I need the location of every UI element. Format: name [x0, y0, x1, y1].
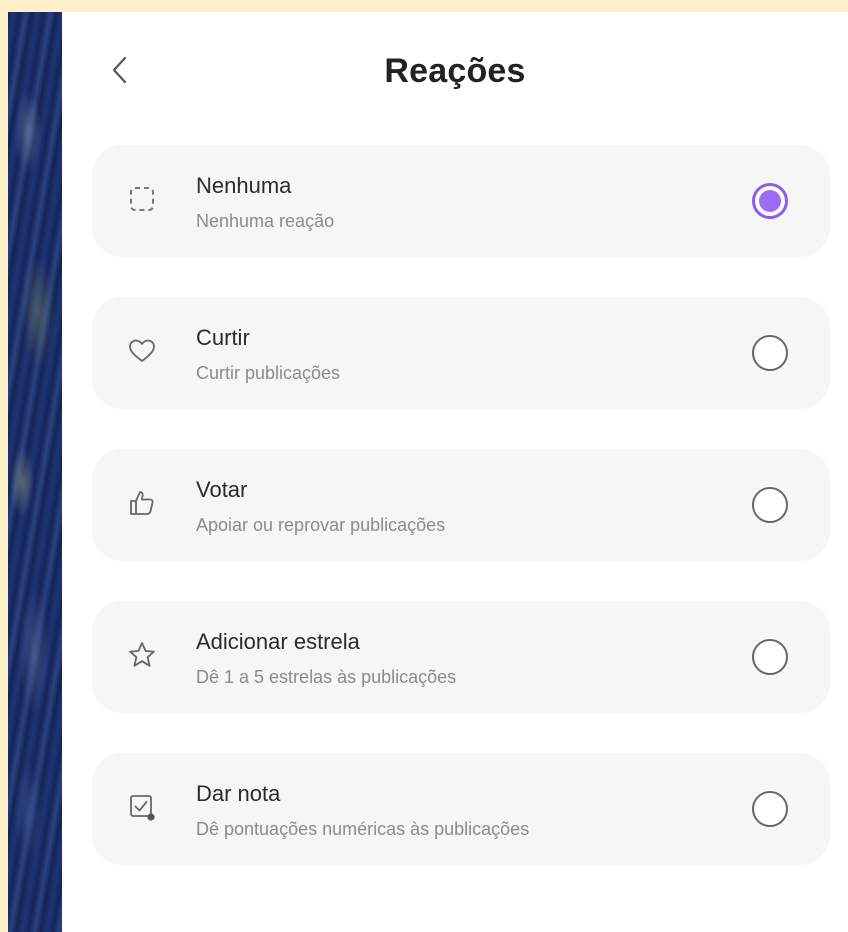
heart-icon: [129, 339, 155, 362]
radio-button[interactable]: [752, 791, 788, 827]
option-label: Dar nota: [196, 781, 281, 806]
star-icon: [129, 642, 155, 667]
option-description: Curtir publicações: [196, 363, 341, 383]
option-label: Adicionar estrela: [196, 629, 360, 654]
option-label: Curtir: [196, 325, 250, 350]
option-description: Dê pontuações numéricas às publicações: [196, 819, 530, 839]
app-frame: Reações Nenhuma Nenhuma reação Curtir Cu…: [0, 0, 848, 932]
page-title: Reações: [384, 52, 526, 90]
option-description: Apoiar ou reprovar publicações: [196, 515, 446, 535]
radio-button[interactable]: [752, 335, 788, 371]
rating-check-icon: [130, 795, 155, 821]
thumbs-up-icon: [130, 491, 154, 515]
dashed-square-icon: [130, 187, 154, 211]
background-artwork: [8, 12, 62, 932]
reactions-panel: Reações Nenhuma Nenhuma reação Curtir Cu…: [62, 12, 848, 932]
option-adicionar-estrela[interactable]: Adicionar estrela Dê 1 a 5 estrelas às p…: [92, 601, 830, 713]
option-description: Nenhuma reação: [196, 211, 335, 231]
radio-button[interactable]: [752, 639, 788, 675]
radio-button[interactable]: [752, 487, 788, 523]
header: Reações: [62, 12, 848, 122]
option-votar[interactable]: Votar Apoiar ou reprovar publicações: [92, 449, 830, 561]
option-label: Nenhuma: [196, 173, 292, 198]
option-dar-nota[interactable]: Dar nota Dê pontuações numéricas às publ…: [92, 753, 830, 865]
option-curtir[interactable]: Curtir Curtir publicações: [92, 297, 830, 409]
option-description: Dê 1 a 5 estrelas às publicações: [196, 667, 457, 687]
option-label: Votar: [196, 477, 248, 502]
radio-button-selected[interactable]: [752, 183, 788, 219]
option-nenhuma[interactable]: Nenhuma Nenhuma reação: [92, 145, 830, 257]
